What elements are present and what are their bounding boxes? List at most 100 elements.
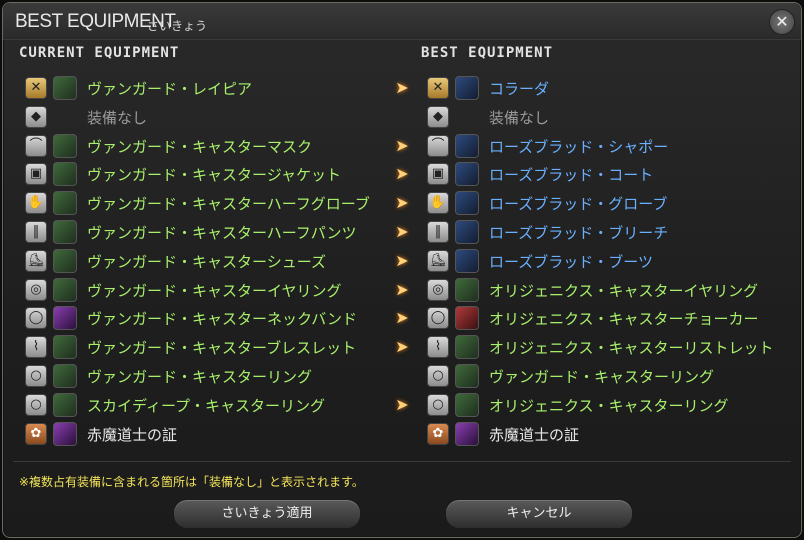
best-earrings-item-icon[interactable] [455,278,479,302]
best-item-name[interactable]: オリジェニクス・キャスターチョーカー [489,308,759,329]
window-subtitle: さいきょう [147,19,208,33]
feet-slot-icon: ⛸ [25,250,47,272]
best-item-name[interactable]: オリジェニクス・キャスターリング [489,395,729,416]
upgrade-arrow-icon: ➤ [395,136,409,155]
current-weapon-item-icon[interactable] [53,76,77,100]
best-item-name[interactable]: コラーダ [489,78,549,99]
notice-text: ※複数占有装備に含まれる箇所は「装備なし」と表示されます。 [19,475,364,489]
current-item-name[interactable]: ヴァンガード・キャスターハーフパンツ [87,222,357,243]
best-necklace-item-icon[interactable] [455,306,479,330]
current-feet-item-icon[interactable] [53,249,77,273]
current-earrings-item-icon[interactable] [53,278,77,302]
cancel-button[interactable]: キャンセル [445,499,633,529]
current-item-name[interactable]: スカイディープ・キャスターリング [87,395,325,416]
current-necklace-item-icon[interactable] [53,306,77,330]
earrings-slot-icon: ◎ [25,279,47,301]
ring-slot-icon: ○ [25,365,47,387]
shield-slot-icon: ◆ [427,106,449,128]
current-legs-item-icon[interactable] [53,220,77,244]
best-item-name[interactable]: ローズブラッド・ブーツ [489,251,653,272]
equipment-row: ◎ ヴァンガード・キャスターイヤリング ➤ ◎ オリジェニクス・キャスターイヤリング [3,277,801,303]
best-shield-item-icon [455,105,479,129]
title-bar: BEST EQUIPMENT さいきょう ✕ [3,3,801,40]
ring-slot-icon: ○ [427,394,449,416]
apply-best-button[interactable]: さいきょう適用 [173,499,361,529]
best-equipment-window: BEST EQUIPMENT さいきょう ✕ CURRENT EQUIPMENT… [2,2,802,538]
best-feet-item-icon[interactable] [455,249,479,273]
best-soul-crystal-item-icon[interactable] [455,422,479,446]
best-item-name[interactable]: ローズブラッド・ブリーチ [489,222,668,243]
best-item-name[interactable]: ヴァンガード・キャスターリング [489,366,714,387]
current-item-name[interactable]: 赤魔道士の証 [87,424,177,445]
best-equipment-header: BEST EQUIPMENT [421,45,554,61]
best-body-item-icon[interactable] [455,162,479,186]
best-item-name[interactable]: 装備なし [489,107,549,128]
upgrade-arrow-icon: ➤ [395,164,409,183]
bracelets-slot-icon: ⌇ [25,336,47,358]
feet-slot-icon: ⛸ [427,250,449,272]
current-item-name[interactable]: ヴァンガード・キャスターマスク [87,136,312,157]
equipment-row: ◆ 装備なし ◆ 装備なし [3,104,801,130]
equipment-row: ⌇ ヴァンガード・キャスターブレスレット ➤ ⌇ オリジェニクス・キャスターリストレット [3,334,801,360]
ring-slot-icon: ○ [25,394,47,416]
ring-slot-icon: ○ [427,365,449,387]
current-item-name[interactable]: ヴァンガード・レイピア [87,78,252,99]
weapon-slot-icon: ✕ [427,77,449,99]
best-item-name[interactable]: ローズブラッド・シャポー [489,136,668,157]
shield-slot-icon: ◆ [25,106,47,128]
hands-slot-icon: ✋ [25,192,47,214]
equipment-row: ✿ 赤魔道士の証 ✿ 赤魔道士の証 [3,421,801,447]
upgrade-arrow-icon: ➤ [395,337,409,356]
current-item-name[interactable]: ヴァンガード・キャスターハーフグローブ [87,193,370,214]
best-item-name[interactable]: ローズブラッド・コート [489,164,653,185]
best-legs-item-icon[interactable] [455,220,479,244]
current-soul-crystal-item-icon[interactable] [53,422,77,446]
equipment-row: ○ スカイディープ・キャスターリング ➤ ○ オリジェニクス・キャスターリング [3,392,801,418]
weapon-slot-icon: ✕ [25,77,47,99]
current-item-name[interactable]: ヴァンガード・キャスターネックバンド [87,308,357,329]
body-slot-icon: ▣ [427,163,449,185]
upgrade-arrow-icon: ➤ [395,280,409,299]
current-equipment-header: CURRENT EQUIPMENT [19,45,180,61]
current-hands-item-icon[interactable] [53,191,77,215]
current-body-item-icon[interactable] [53,162,77,186]
equipment-row: ✕ ヴァンガード・レイピア ➤ ✕ コラーダ [3,75,801,101]
best-item-name[interactable]: オリジェニクス・キャスターリストレット [489,337,774,358]
equipment-row: ⌒ ヴァンガード・キャスターマスク ➤ ⌒ ローズブラッド・シャポー [3,133,801,159]
upgrade-arrow-icon: ➤ [395,193,409,212]
close-gear-icon[interactable]: ✕ [769,9,795,35]
bracelets-slot-icon: ⌇ [427,336,449,358]
best-head-item-icon[interactable] [455,134,479,158]
legs-slot-icon: ‖ [25,221,47,243]
best-item-name[interactable]: 赤魔道士の証 [489,424,579,445]
current-item-name[interactable]: ヴァンガード・キャスタージャケット [87,164,341,185]
best-ring-item-icon[interactable] [455,393,479,417]
upgrade-arrow-icon: ➤ [395,78,409,97]
best-ring-item-icon[interactable] [455,364,479,388]
upgrade-arrow-icon: ➤ [395,251,409,270]
soul-crystal-slot-icon: ✿ [427,423,449,445]
equipment-row: ‖ ヴァンガード・キャスターハーフパンツ ➤ ‖ ローズブラッド・ブリーチ [3,219,801,245]
current-item-name[interactable]: ヴァンガード・キャスターイヤリング [87,280,342,301]
best-item-name[interactable]: ローズブラッド・グローブ [489,193,667,214]
current-head-item-icon[interactable] [53,134,77,158]
current-item-name[interactable]: ヴァンガード・キャスターブレスレット [87,337,356,358]
current-ring-item-icon[interactable] [53,364,77,388]
best-bracelets-item-icon[interactable] [455,335,479,359]
equipment-row: ✋ ヴァンガード・キャスターハーフグローブ ➤ ✋ ローズブラッド・グローブ [3,190,801,216]
earrings-slot-icon: ◎ [427,279,449,301]
head-slot-icon: ⌒ [25,135,47,157]
current-bracelets-item-icon[interactable] [53,335,77,359]
equipment-row: ○ ヴァンガード・キャスターリング ○ ヴァンガード・キャスターリング [3,363,801,389]
upgrade-arrow-icon: ➤ [395,308,409,327]
current-item-name[interactable]: ヴァンガード・キャスターシューズ [87,251,326,272]
current-item-name[interactable]: ヴァンガード・キャスターリング [87,366,312,387]
legs-slot-icon: ‖ [427,221,449,243]
best-hands-item-icon[interactable] [455,191,479,215]
current-shield-item-icon [53,105,77,129]
current-item-name[interactable]: 装備なし [87,107,147,128]
current-ring-item-icon[interactable] [53,393,77,417]
best-weapon-item-icon[interactable] [455,76,479,100]
equipment-row: ⛸ ヴァンガード・キャスターシューズ ➤ ⛸ ローズブラッド・ブーツ [3,248,801,274]
best-item-name[interactable]: オリジェニクス・キャスターイヤリング [489,280,758,301]
